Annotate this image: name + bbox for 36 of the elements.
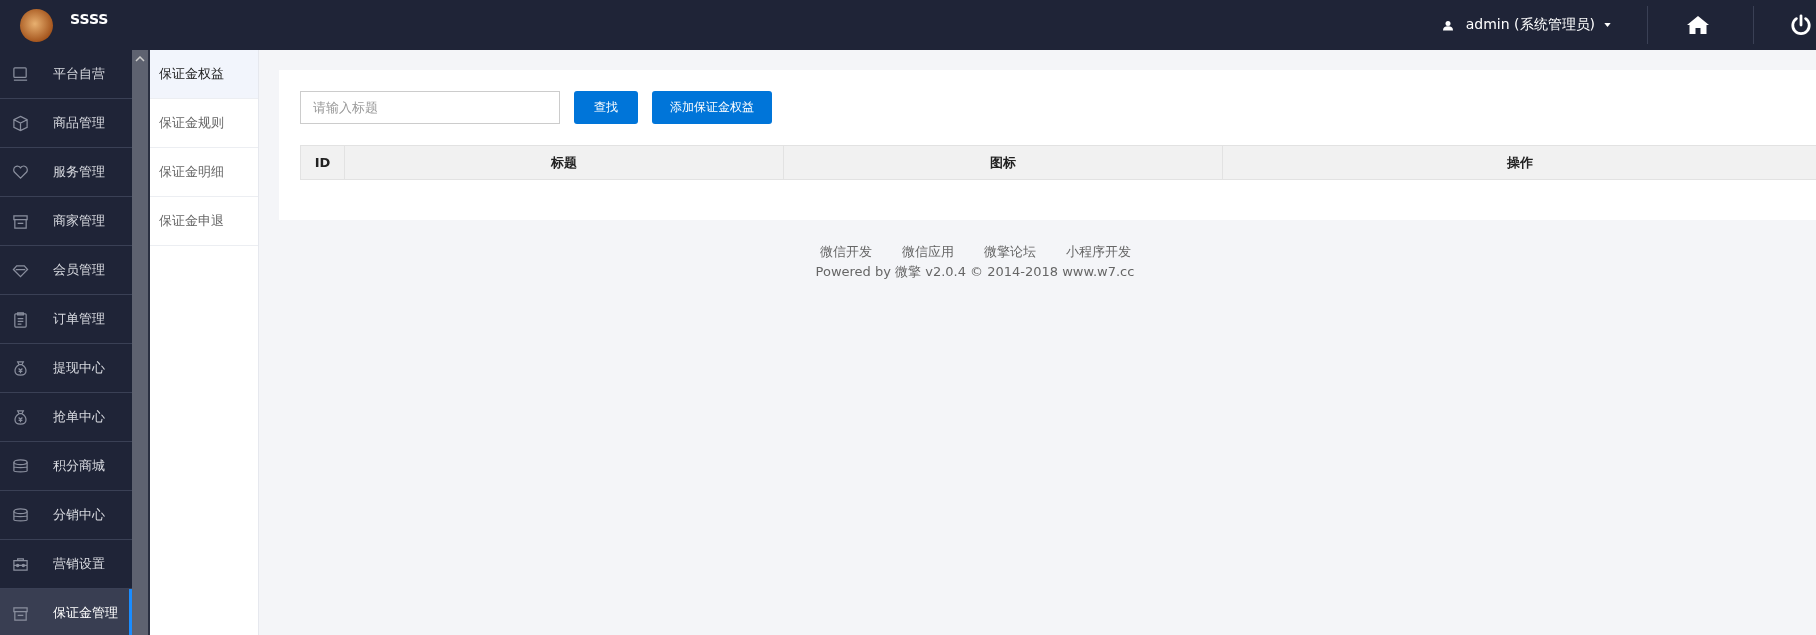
- footer-link[interactable]: 微信开发: [819, 243, 872, 261]
- home-icon[interactable]: [1686, 15, 1710, 35]
- logo-avatar: [20, 8, 53, 42]
- bag-icon: [12, 408, 29, 426]
- search-button[interactable]: 查找: [574, 91, 638, 124]
- column-header: 操作: [1505, 153, 1534, 172]
- submenu-item[interactable]: 保证金申退: [150, 197, 258, 246]
- coins-icon: [12, 506, 29, 524]
- column-header: 图标: [784, 146, 1223, 179]
- footer-link[interactable]: 微擎论坛: [983, 243, 1036, 261]
- kit-icon: [12, 555, 29, 573]
- footer-link[interactable]: 微信应用: [901, 243, 954, 261]
- sidebar-item[interactable]: 保证金管理: [0, 589, 132, 635]
- caret-icon: [1604, 23, 1611, 27]
- submenu-item[interactable]: 保证金明细: [150, 148, 258, 197]
- power-icon[interactable]: [1790, 14, 1812, 36]
- search-field[interactable]: 请输入标题: [300, 91, 560, 124]
- clipboard-icon: [12, 310, 29, 328]
- submenu-item[interactable]: 保证金权益: [150, 50, 258, 99]
- shop-icon: [12, 212, 29, 230]
- user-icon: [1442, 19, 1453, 31]
- copyright-text: Powered by 微擎 v2.0.4 © 2014-2018 www.w7.cc: [814, 263, 1136, 281]
- column-header: 标题: [345, 146, 784, 179]
- shop-icon: [12, 604, 29, 622]
- footer-link[interactable]: 小程序开发: [1065, 243, 1131, 261]
- submenu-item[interactable]: 保证金规则: [150, 99, 258, 148]
- coins-icon: [12, 457, 29, 475]
- scrollbar[interactable]: [132, 50, 150, 635]
- site-name: SSSS: [70, 11, 109, 27]
- bag-icon: [12, 359, 29, 377]
- column-header: ID: [301, 146, 345, 179]
- add-button[interactable]: 添加保证金权益: [652, 91, 772, 124]
- heart-icon: [12, 163, 29, 181]
- monitor-icon: [12, 65, 29, 83]
- box-icon: [12, 114, 29, 132]
- user-menu[interactable]: admin (系统管理员): [1442, 16, 1611, 34]
